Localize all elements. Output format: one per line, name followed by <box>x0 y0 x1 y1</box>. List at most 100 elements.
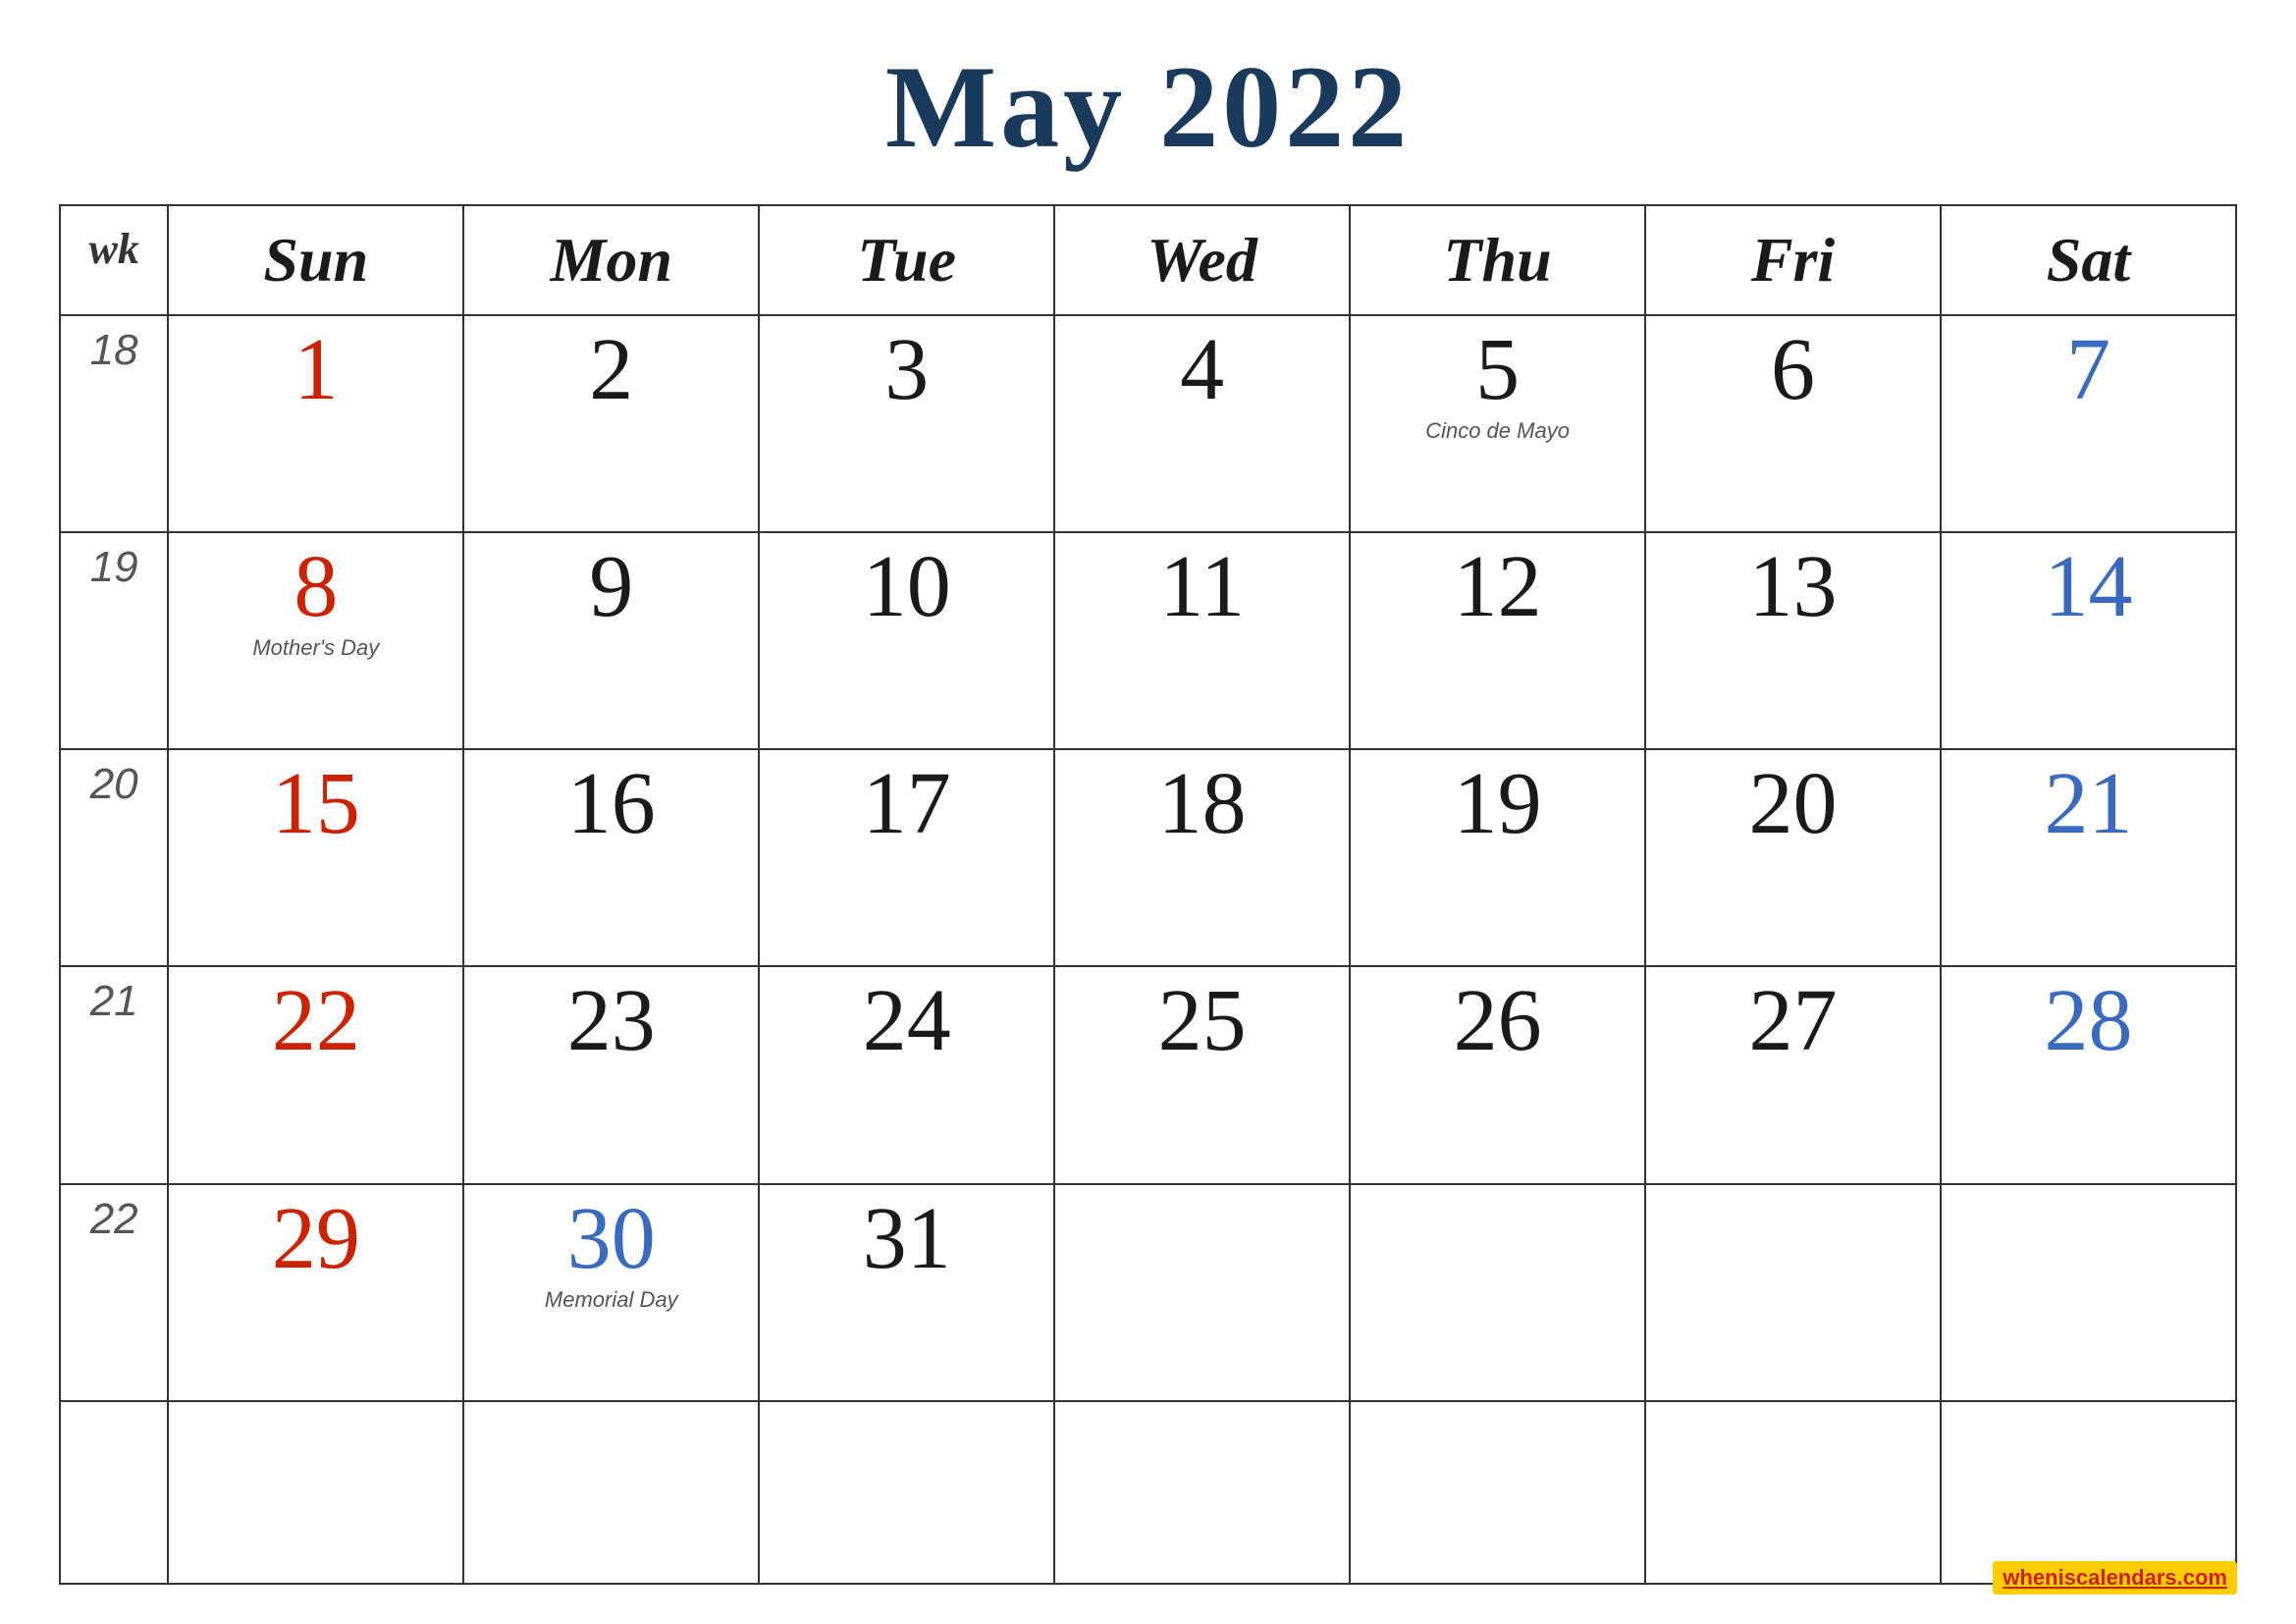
day-number: 6 <box>1654 326 1932 414</box>
day-cell <box>1054 1184 1350 1401</box>
day-number: 8 <box>177 543 454 631</box>
day-cell: 25 <box>1054 966 1350 1183</box>
day-cell: 20 <box>1645 749 1941 966</box>
day-number: 11 <box>1063 543 1341 631</box>
day-number: 24 <box>768 977 1045 1065</box>
day-number: 28 <box>1949 977 2227 1065</box>
day-number: 3 <box>768 326 1045 414</box>
day-number: 2 <box>472 326 750 414</box>
day-number: 17 <box>768 760 1045 848</box>
watermark-label[interactable]: wheniscalendars.com <box>1993 1561 2237 1595</box>
day-cell: 3 <box>759 315 1054 532</box>
day-cell: 4 <box>1054 315 1350 532</box>
day-cell: 30 Memorial Day <box>463 1184 759 1401</box>
day-cell: 19 <box>1350 749 1645 966</box>
header-row: wk Sun Mon Tue Wed Thu Fri Sat <box>60 205 2236 315</box>
header-mon: Mon <box>463 205 759 315</box>
day-number: 5 <box>1359 326 1636 414</box>
day-cell: 8 Mother's Day <box>168 532 463 749</box>
day-cell: 27 <box>1645 966 1941 1183</box>
day-number: 14 <box>1949 543 2227 631</box>
day-number: 21 <box>1949 760 2227 848</box>
day-cell <box>1941 1401 2236 1584</box>
wk-number-6 <box>60 1401 168 1584</box>
day-cell: 15 <box>168 749 463 966</box>
day-cell: 9 <box>463 532 759 749</box>
day-number: 16 <box>472 760 750 848</box>
day-number: 12 <box>1359 543 1636 631</box>
day-cell: 7 <box>1941 315 2236 532</box>
week-row-6 <box>60 1401 2236 1584</box>
day-number: 4 <box>1063 326 1341 414</box>
day-cell: 21 <box>1941 749 2236 966</box>
day-cell: 6 <box>1645 315 1941 532</box>
calendar-table: wk Sun Mon Tue Wed Thu Fri Sat 1812345Ci… <box>59 204 2237 1585</box>
day-cell: 11 <box>1054 532 1350 749</box>
day-number: 1 <box>177 326 454 414</box>
day-cell: 17 <box>759 749 1054 966</box>
header-wed: Wed <box>1054 205 1350 315</box>
header-sun: Sun <box>168 205 463 315</box>
day-cell: 29 <box>168 1184 463 1401</box>
day-cell: 16 <box>463 749 759 966</box>
day-cell: 13 <box>1645 532 1941 749</box>
holiday-label: Cinco de Mayo <box>1359 418 1636 444</box>
header-fri: Fri <box>1645 205 1941 315</box>
day-cell: 14 <box>1941 532 2236 749</box>
day-number: 29 <box>177 1195 454 1283</box>
holiday-label: Memorial Day <box>472 1287 750 1313</box>
day-cell: 24 <box>759 966 1054 1183</box>
week-row-2: 198 Mother's Day 91011121314 <box>60 532 2236 749</box>
day-number: 20 <box>1654 760 1932 848</box>
header-tue: Tue <box>759 205 1054 315</box>
day-number: 23 <box>472 977 750 1065</box>
day-cell: 5 Cinco de Mayo <box>1350 315 1645 532</box>
day-cell: 26 <box>1350 966 1645 1183</box>
day-cell: 10 <box>759 532 1054 749</box>
wk-number-3: 20 <box>60 749 168 966</box>
day-cell <box>1645 1184 1941 1401</box>
day-number: 25 <box>1063 977 1341 1065</box>
day-cell <box>1645 1401 1941 1584</box>
day-number: 19 <box>1359 760 1636 848</box>
day-cell: 28 <box>1941 966 2236 1183</box>
day-number: 30 <box>472 1195 750 1283</box>
holiday-label: Mother's Day <box>177 635 454 661</box>
header-sat: Sat <box>1941 205 2236 315</box>
week-row-1: 1812345 Cinco de Mayo 67 <box>60 315 2236 532</box>
header-wk: wk <box>60 205 168 315</box>
day-cell: 22 <box>168 966 463 1183</box>
day-cell <box>1350 1184 1645 1401</box>
day-number: 7 <box>1949 326 2227 414</box>
week-row-4: 2122232425262728 <box>60 966 2236 1183</box>
day-number: 26 <box>1359 977 1636 1065</box>
day-number: 9 <box>472 543 750 631</box>
day-cell: 2 <box>463 315 759 532</box>
day-cell: 18 <box>1054 749 1350 966</box>
wk-number-4: 21 <box>60 966 168 1183</box>
day-cell: 31 <box>759 1184 1054 1401</box>
header-thu: Thu <box>1350 205 1645 315</box>
day-cell <box>168 1401 463 1584</box>
day-number: 18 <box>1063 760 1341 848</box>
day-number: 13 <box>1654 543 1932 631</box>
calendar-title: May 2022 <box>885 39 1411 175</box>
wk-number-5: 22 <box>60 1184 168 1401</box>
day-number: 10 <box>768 543 1045 631</box>
day-number: 22 <box>177 977 454 1065</box>
day-cell <box>1350 1401 1645 1584</box>
day-cell: 23 <box>463 966 759 1183</box>
wk-number-1: 18 <box>60 315 168 532</box>
day-cell: 1 <box>168 315 463 532</box>
week-row-3: 2015161718192021 <box>60 749 2236 966</box>
day-cell <box>1054 1401 1350 1584</box>
day-cell: 12 <box>1350 532 1645 749</box>
day-number: 27 <box>1654 977 1932 1065</box>
day-cell <box>1941 1184 2236 1401</box>
day-cell <box>759 1401 1054 1584</box>
day-cell <box>463 1401 759 1584</box>
day-number: 31 <box>768 1195 1045 1283</box>
wk-number-2: 19 <box>60 532 168 749</box>
day-number: 15 <box>177 760 454 848</box>
week-row-5: 222930 Memorial Day 31 <box>60 1184 2236 1401</box>
